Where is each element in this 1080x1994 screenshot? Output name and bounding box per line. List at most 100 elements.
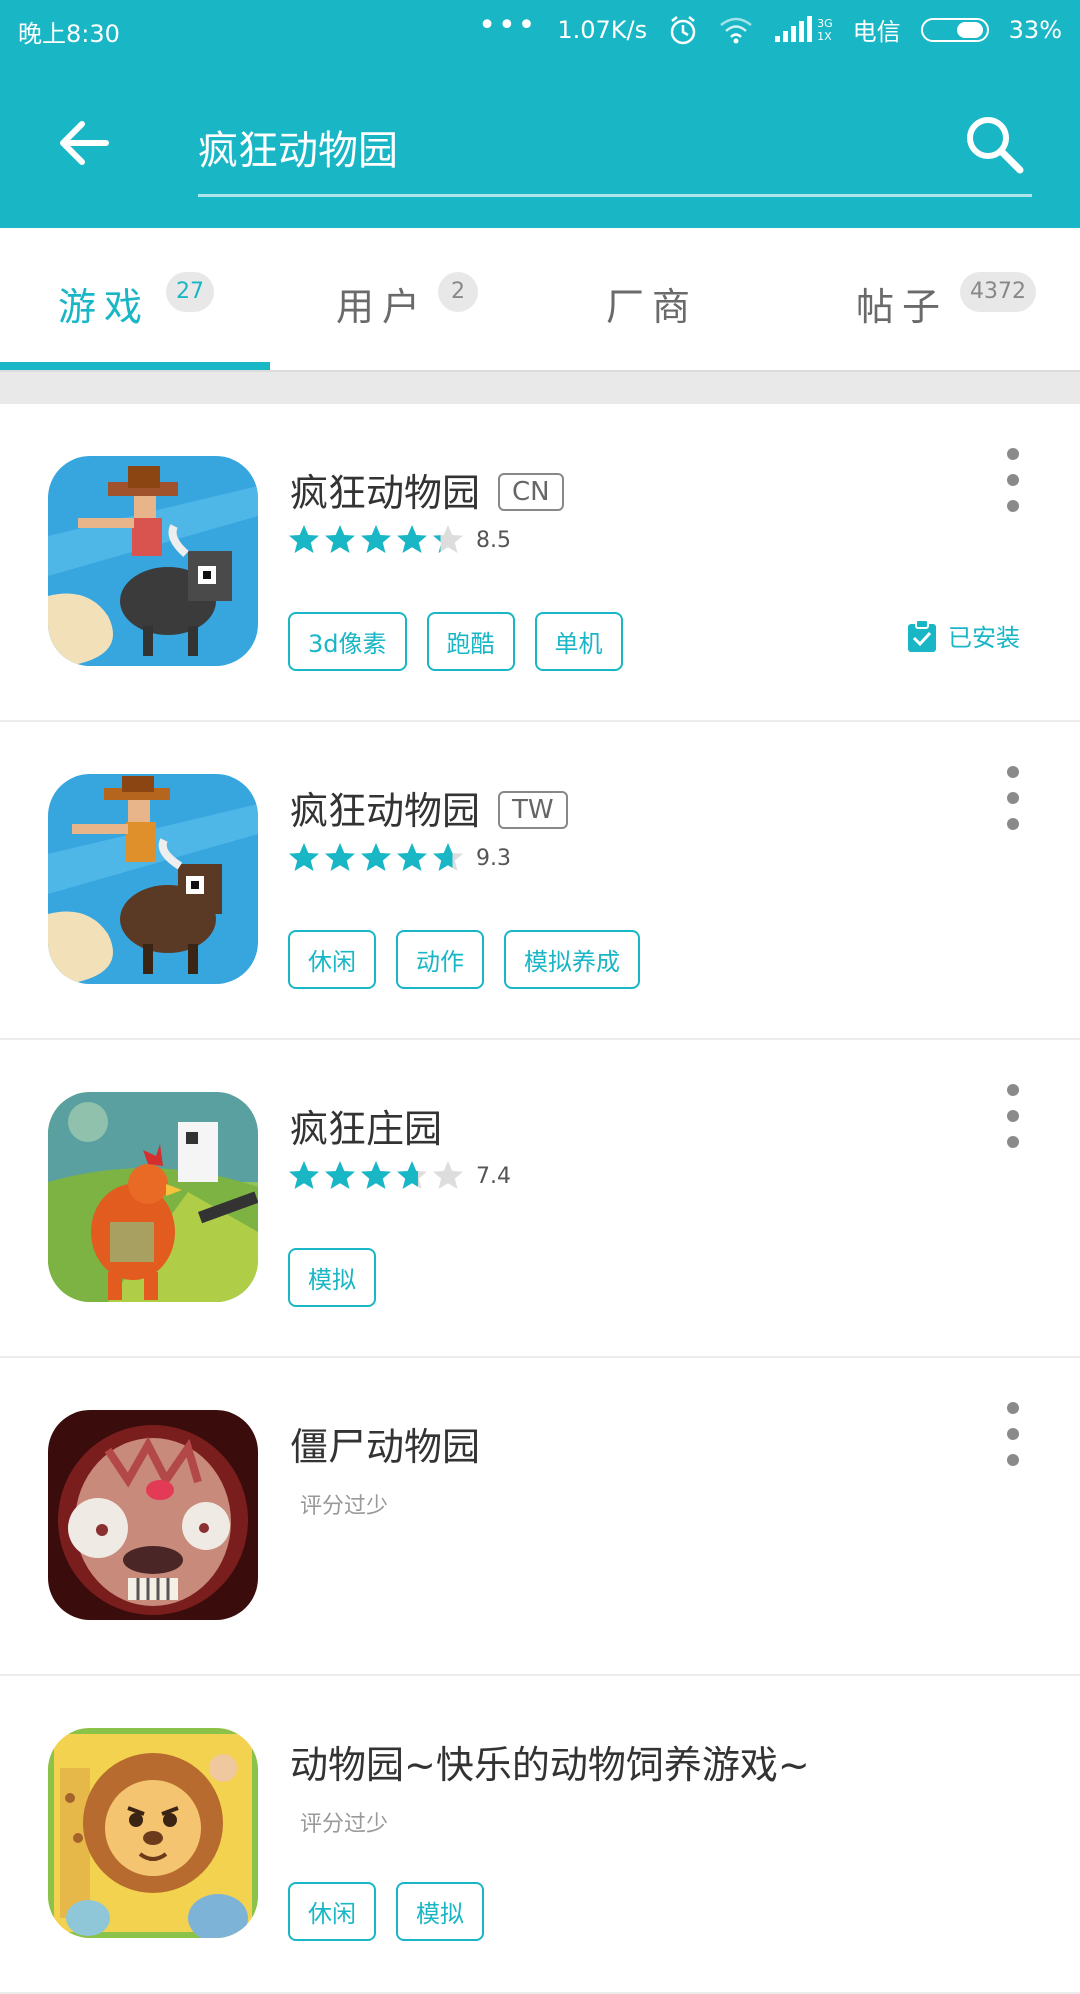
star-icon [325,843,355,871]
search-input[interactable]: 疯狂动物园 [198,118,398,176]
more-options-button[interactable] [996,1084,1030,1148]
section-divider [0,372,1080,404]
game-title[interactable]: 疯狂动物园 CN [290,462,564,517]
star-icon [289,1161,319,1189]
list-item[interactable]: 疯狂庄园 7.4 模拟 [0,1040,1080,1358]
game-title[interactable]: 僵尸动物园 [290,1416,480,1471]
battery-icon [920,17,989,42]
tag-chip[interactable]: 模拟养成 [504,930,640,989]
vertical-dots-icon [1007,448,1019,460]
app-icon[interactable] [48,1410,258,1620]
star-icon [289,843,319,871]
vertical-dots-icon [1007,818,1019,830]
signal-group: 3G 1X [773,15,833,44]
star-icon [325,1161,355,1189]
tag-list: 休闲 动作 模拟养成 [288,930,640,989]
game-icon-crazy-farm [48,1092,258,1302]
more-options-button[interactable] [996,448,1030,512]
game-icon-rodeo-stampede-tw [48,774,258,984]
tag-chip[interactable]: 跑酷 [426,612,515,671]
list-item[interactable]: 僵尸动物园 评分过少 [0,1358,1080,1676]
star-icon [433,843,463,871]
vertical-dots-icon [1007,792,1019,804]
tag-chip[interactable]: 休闲 [288,1882,376,1941]
status-indicators: ••• 1.07K/s 3G 1X 电信 33% [478,7,1062,47]
vertical-dots-icon [1007,1136,1019,1148]
game-name: 疯狂动物园 [290,471,481,515]
game-name: 疯狂庄园 [290,1107,443,1151]
vertical-dots-icon [1007,1402,1019,1414]
list-item[interactable]: 疯狂动物园 CN 8.5 3d像素 跑酷 单机 已安装 [0,404,1080,722]
tag-chip[interactable]: 动作 [396,930,484,989]
signal-icon [775,15,813,42]
app-icon[interactable] [48,456,258,666]
back-button[interactable] [50,108,120,178]
vertical-dots-icon [1007,474,1019,486]
vertical-dots-icon [1007,1454,1019,1466]
game-title[interactable]: 动物园~快乐的动物饲养游戏~ [290,1734,810,1789]
tag-chip[interactable]: 模拟 [288,1248,376,1307]
star-icon [289,525,319,553]
star-icon [361,525,391,553]
network-type-top: 3G [817,16,833,30]
search-underline [198,194,1032,197]
vertical-dots-icon [1007,1110,1019,1122]
tab-count-badge: 4372 [960,272,1036,312]
region-badge: TW [498,790,568,829]
game-name: 僵尸动物园 [290,1425,481,1469]
carrier-name: 电信 [852,18,901,46]
app-icon[interactable] [48,1092,258,1302]
star-icon [397,1161,427,1189]
star-icon [433,525,463,553]
vertical-dots-icon [1007,1084,1019,1096]
tag-chip[interactable]: 模拟 [396,1882,484,1941]
tag-list: 模拟 [288,1248,376,1307]
tag-chip[interactable]: 单机 [534,612,623,671]
list-item[interactable]: 疯狂动物园 TW 9.3 休闲 动作 模拟养成 [0,722,1080,1040]
app-icon[interactable] [48,1728,258,1938]
rating-value: 9.3 [476,845,511,871]
tab-vendors[interactable]: 厂商 [540,228,810,372]
more-notifications-icon: ••• [478,7,538,43]
alarm-icon [670,15,696,44]
game-title[interactable]: 疯狂庄园 [290,1098,442,1153]
tag-list: 3d像素 跑酷 单机 [288,612,623,671]
star-icon [361,1161,391,1189]
more-options-button[interactable] [996,1402,1030,1466]
network-type-bottom: 1X [817,29,832,43]
tab-label: 游戏 [58,285,151,329]
tab-games[interactable]: 游戏 27 [0,228,270,372]
game-title[interactable]: 疯狂动物园 TW [290,780,568,835]
rating-stars: 7.4 [286,1158,511,1194]
search-header: 疯狂动物园 [0,58,1080,228]
app-icon[interactable] [48,774,258,984]
installed-label: 已安装 [948,624,1020,652]
status-time: 晚上8:30 [18,20,120,48]
rating-value: 7.4 [476,1163,511,1189]
installed-status: 已安装 [906,618,1020,653]
game-icon-rodeo-stampede-cn [48,456,258,666]
vertical-dots-icon [1007,1428,1019,1440]
battery-percent: 33% [1008,15,1062,44]
list-item[interactable]: 动物园~快乐的动物饲养游戏~ 评分过少 休闲 模拟 [0,1676,1080,1994]
game-name: 疯狂动物园 [290,789,481,833]
rating-stars: 8.5 [286,522,511,558]
tab-label: 用户 [336,285,429,329]
tab-posts[interactable]: 帖子 4372 [810,228,1080,372]
tab-count-badge: 27 [166,272,214,312]
vertical-dots-icon [1007,500,1019,512]
search-button[interactable] [962,112,1026,176]
tag-chip[interactable]: 3d像素 [288,612,407,671]
region-badge: CN [498,472,564,511]
more-options-button[interactable] [996,766,1030,830]
tag-chip[interactable]: 休闲 [288,930,376,989]
tab-count-badge: 2 [438,272,478,312]
tab-label: 帖子 [856,285,949,329]
result-tabs: 游戏 27 用户 2 厂商 帖子 4372 [0,228,1080,372]
clipboard-check-icon [908,618,936,652]
game-icon-happy-zoo [48,1728,258,1938]
star-icon [433,1161,463,1189]
tab-label: 厂商 [606,285,699,329]
star-icon [361,843,391,871]
tab-users[interactable]: 用户 2 [270,228,540,372]
